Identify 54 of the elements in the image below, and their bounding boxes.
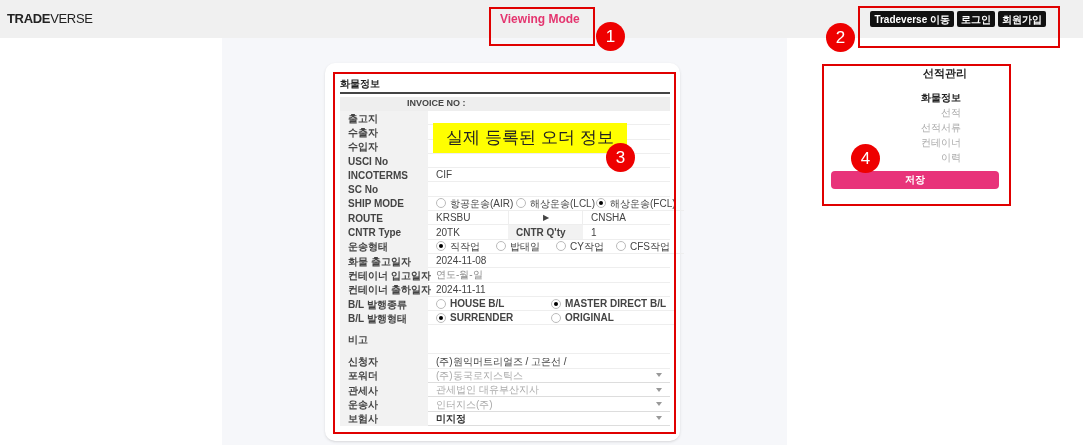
radio-button[interactable] [436,241,446,252]
invoice-header: INVOICE NO : [340,97,670,111]
radio-button[interactable] [436,298,446,309]
radio-button[interactable] [496,241,506,252]
radio-option[interactable]: 해상운송(LCL) [516,195,596,211]
field-label: INCOTERMS [340,168,428,183]
field-label: ROUTE [340,211,428,226]
field-label: 신청자 [340,354,428,369]
radio-option[interactable]: 밥태일 [496,238,556,254]
radio-option[interactable]: SURRENDER [436,310,551,326]
text-field[interactable]: (주)원익머트리얼즈 / 고은선 / [428,354,670,369]
radio-button[interactable] [436,312,446,323]
radio-button[interactable] [551,312,561,323]
radio-button[interactable] [596,198,606,209]
radio-button[interactable] [556,241,566,252]
text-field[interactable]: 2024-11-08 [428,253,670,269]
field-label: B/L 발행형태 [340,311,428,326]
radio-option[interactable]: 항공운송(AIR) [436,195,516,211]
radio-option[interactable]: HOUSE B/L [436,296,551,311]
form-title: 화물정보 [340,75,670,94]
radio-button[interactable] [551,298,561,309]
field-label: CNTR Type [340,225,428,240]
radio-option[interactable]: ORIGINAL [551,310,666,326]
destination-port: CNSHA [590,211,627,225]
cntr-qty-value: 1 [590,225,598,239]
dropdown-caret-icon [656,373,662,378]
origin-port: KRSBU [435,211,472,225]
field-label: SC No [340,182,428,197]
radio-option[interactable]: 직작업 [436,238,496,254]
radio-option[interactable]: CY작업 [556,238,616,254]
save-button[interactable]: 저장 [831,170,999,189]
radio-button[interactable] [616,241,626,252]
field-label: 비고 [340,325,428,355]
nav-button[interactable]: 로그인 [957,11,995,27]
dropdown-caret-icon [656,402,662,406]
viewing-mode-label: Viewing Mode [500,11,580,28]
field-label: 출고지 [340,111,428,126]
dropdown-caret-icon [656,387,662,392]
logo[interactable]: TRADEVERSE [7,9,487,29]
field-label: 운송사 [340,397,428,412]
side-panel-title: 선적관리 [922,66,968,81]
select-field[interactable]: 미지정 [428,411,670,426]
radio-option[interactable]: MASTER DIRECT B/L [551,296,666,311]
field-label: 수출자 [340,125,428,140]
radio-option[interactable]: CFS작업 [616,238,676,254]
cntr-type-value: 20TK [435,225,461,239]
nav-button[interactable]: Tradeverse 이동 [870,11,954,27]
dropdown-caret-icon [656,416,662,421]
cntr-qty-label: CNTR Q'ty [508,225,583,239]
field-label: 관세사 [340,383,428,398]
nav-button[interactable]: 회원가입 [998,11,1046,27]
side-nav-item[interactable]: 화물정보 [921,89,961,103]
radio-button[interactable] [436,198,446,209]
radio-button[interactable] [516,198,526,209]
